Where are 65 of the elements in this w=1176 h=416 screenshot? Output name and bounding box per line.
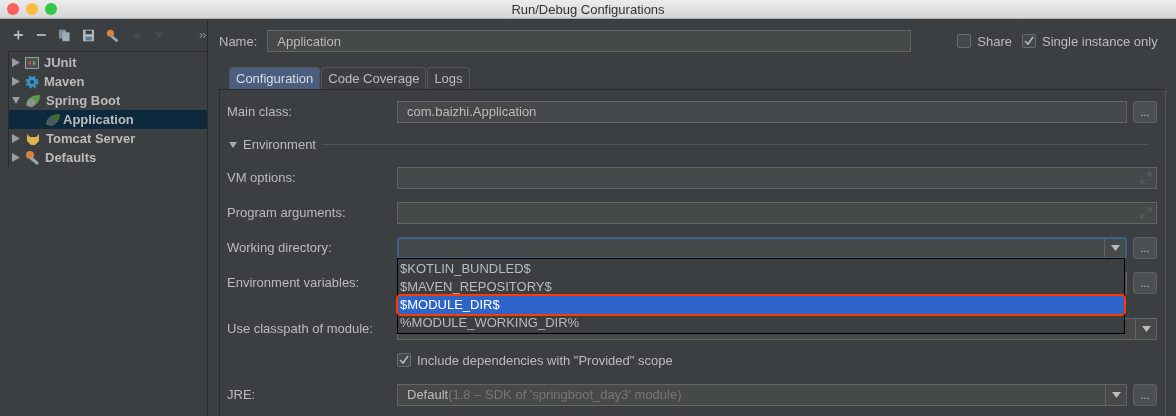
tab[interactable]: Configuration (229, 67, 321, 90)
browse-button[interactable]: ... (1133, 271, 1157, 294)
expand-arrow-icon[interactable] (12, 134, 20, 143)
dropdown-arrow-icon[interactable] (1110, 244, 1120, 251)
tab[interactable]: Code Coverage (321, 67, 427, 90)
remove-icon[interactable] (35, 33, 47, 37)
name-label: Name: (219, 33, 258, 49)
expand-arrow-icon[interactable] (12, 96, 20, 105)
tree-item[interactable]: Application (9, 110, 207, 129)
tree-item[interactable]: JUnit (9, 53, 207, 72)
field-label: Environment variables: (227, 275, 360, 290)
copy-icon[interactable] (58, 28, 71, 42)
checkbox[interactable] (397, 353, 411, 367)
checkbox-label: Share (977, 33, 1012, 49)
field-label: Main class: (227, 104, 293, 119)
text-field[interactable]: com.baizhi.Application (397, 100, 1127, 123)
collapse-arrow-icon[interactable] (229, 141, 237, 148)
dropdown-item[interactable]: $KOTLIN_BUNDLED$ (398, 260, 1124, 278)
field-label: Use classpath of module: (227, 321, 373, 336)
tree-item[interactable]: Maven (9, 72, 207, 91)
checkbox-label: Single instance only (1042, 33, 1158, 49)
checkbox[interactable] (957, 34, 972, 48)
tree-label: Maven (44, 74, 85, 89)
tree-label: Spring Boot (46, 93, 121, 108)
expand-arrow-icon[interactable] (12, 77, 20, 86)
cat-icon (25, 131, 41, 146)
close-button[interactable] (7, 3, 19, 15)
dropdown-arrow-icon[interactable] (1111, 391, 1121, 398)
tree-label: JUnit (44, 55, 77, 70)
tree-label: Tomcat Server (46, 131, 136, 146)
checkbox[interactable] (1022, 34, 1036, 48)
section-header: Environment (243, 137, 316, 152)
expand-arrow-icon[interactable] (12, 153, 20, 162)
junit-icon (25, 56, 39, 69)
tree-item[interactable]: Tomcat Server (9, 129, 207, 148)
dropdown-item[interactable]: $MAVEN_REPOSITORY$ (398, 278, 1124, 296)
combo-box[interactable] (397, 236, 1127, 259)
tree-label: Defaults (45, 150, 97, 165)
field-label: Program arguments: (227, 205, 346, 220)
browse-button[interactable]: ... (1133, 236, 1157, 259)
browse-button[interactable]: ... (1133, 383, 1157, 406)
gear-icon (25, 74, 39, 89)
window-title: Run/Debug Configurations (511, 1, 665, 17)
field-label: Working directory: (227, 240, 332, 255)
text-field[interactable] (397, 166, 1157, 189)
leaf-icon (25, 93, 41, 108)
field-label: JRE: (227, 387, 256, 402)
dropdown-item[interactable]: $MODULE_DIR$ (398, 296, 1124, 314)
expand-arrow-icon[interactable] (12, 58, 20, 67)
tree-item[interactable]: Defaults (9, 148, 207, 167)
dropdown-arrow-icon[interactable] (1141, 325, 1151, 332)
tree-item[interactable]: Spring Boot (9, 91, 207, 110)
field-label: VM options: (227, 170, 296, 185)
name-field[interactable]: Application (267, 30, 912, 52)
browse-button[interactable]: ... (1133, 100, 1157, 123)
tree-label: Application (63, 112, 134, 127)
text-field[interactable] (397, 201, 1157, 224)
add-icon[interactable] (13, 29, 24, 41)
more-icon[interactable] (199, 31, 207, 39)
combo-value: Default (407, 387, 449, 402)
dropdown-item[interactable]: %MODULE_WORKING_DIR% (398, 314, 1124, 332)
checkbox-label: Include dependencies with "Provided" scope (417, 352, 673, 368)
leaf-icon (45, 112, 61, 127)
save-icon[interactable] (82, 28, 95, 42)
tab[interactable]: Logs (427, 67, 470, 90)
